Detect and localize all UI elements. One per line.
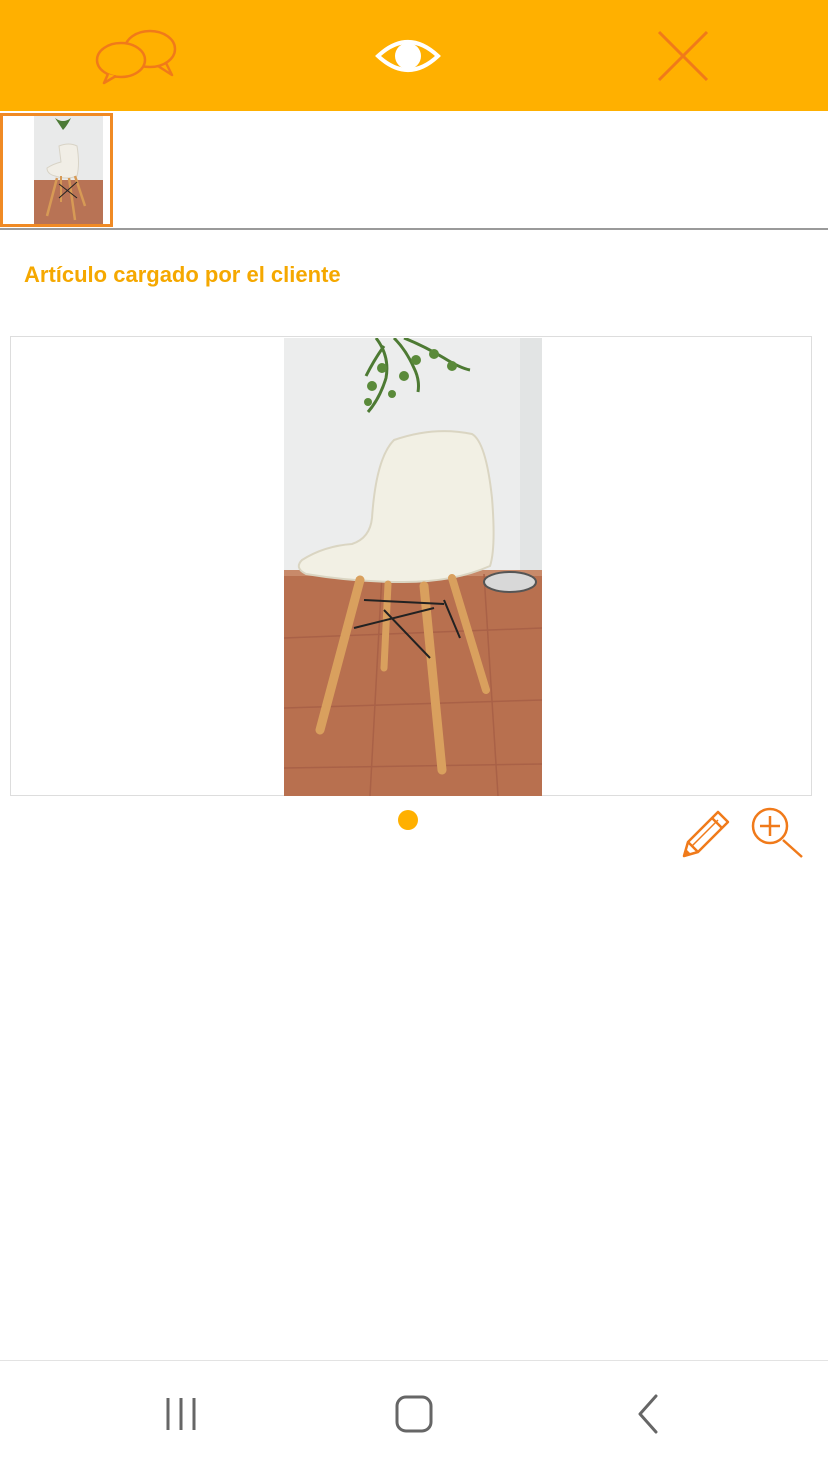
page-title: Artículo cargado por el cliente [24, 262, 341, 287]
edit-button[interactable] [678, 806, 734, 867]
top-toolbar [0, 0, 828, 111]
thumbnail-item[interactable] [0, 113, 113, 227]
chair-photo [284, 338, 542, 796]
chat-bubbles-icon [95, 29, 177, 84]
thumbnail-strip [0, 111, 828, 230]
pencil-icon [682, 810, 730, 858]
chat-button[interactable] [80, 0, 190, 111]
recents-button[interactable] [160, 1394, 202, 1439]
preview-button[interactable] [360, 0, 456, 111]
home-button[interactable] [392, 1392, 436, 1441]
page-indicator-dot[interactable] [398, 810, 418, 830]
close-button[interactable] [640, 0, 726, 111]
back-icon [638, 1394, 658, 1434]
recents-icon [166, 1398, 196, 1430]
close-icon [657, 30, 709, 81]
back-button[interactable] [628, 1392, 668, 1441]
zoom-button[interactable] [748, 804, 806, 867]
zoom-in-icon [751, 807, 803, 858]
chair-photo-thumbnail [3, 116, 110, 224]
home-icon [395, 1395, 433, 1433]
image-viewer[interactable] [10, 336, 812, 796]
eye-icon [375, 39, 441, 72]
